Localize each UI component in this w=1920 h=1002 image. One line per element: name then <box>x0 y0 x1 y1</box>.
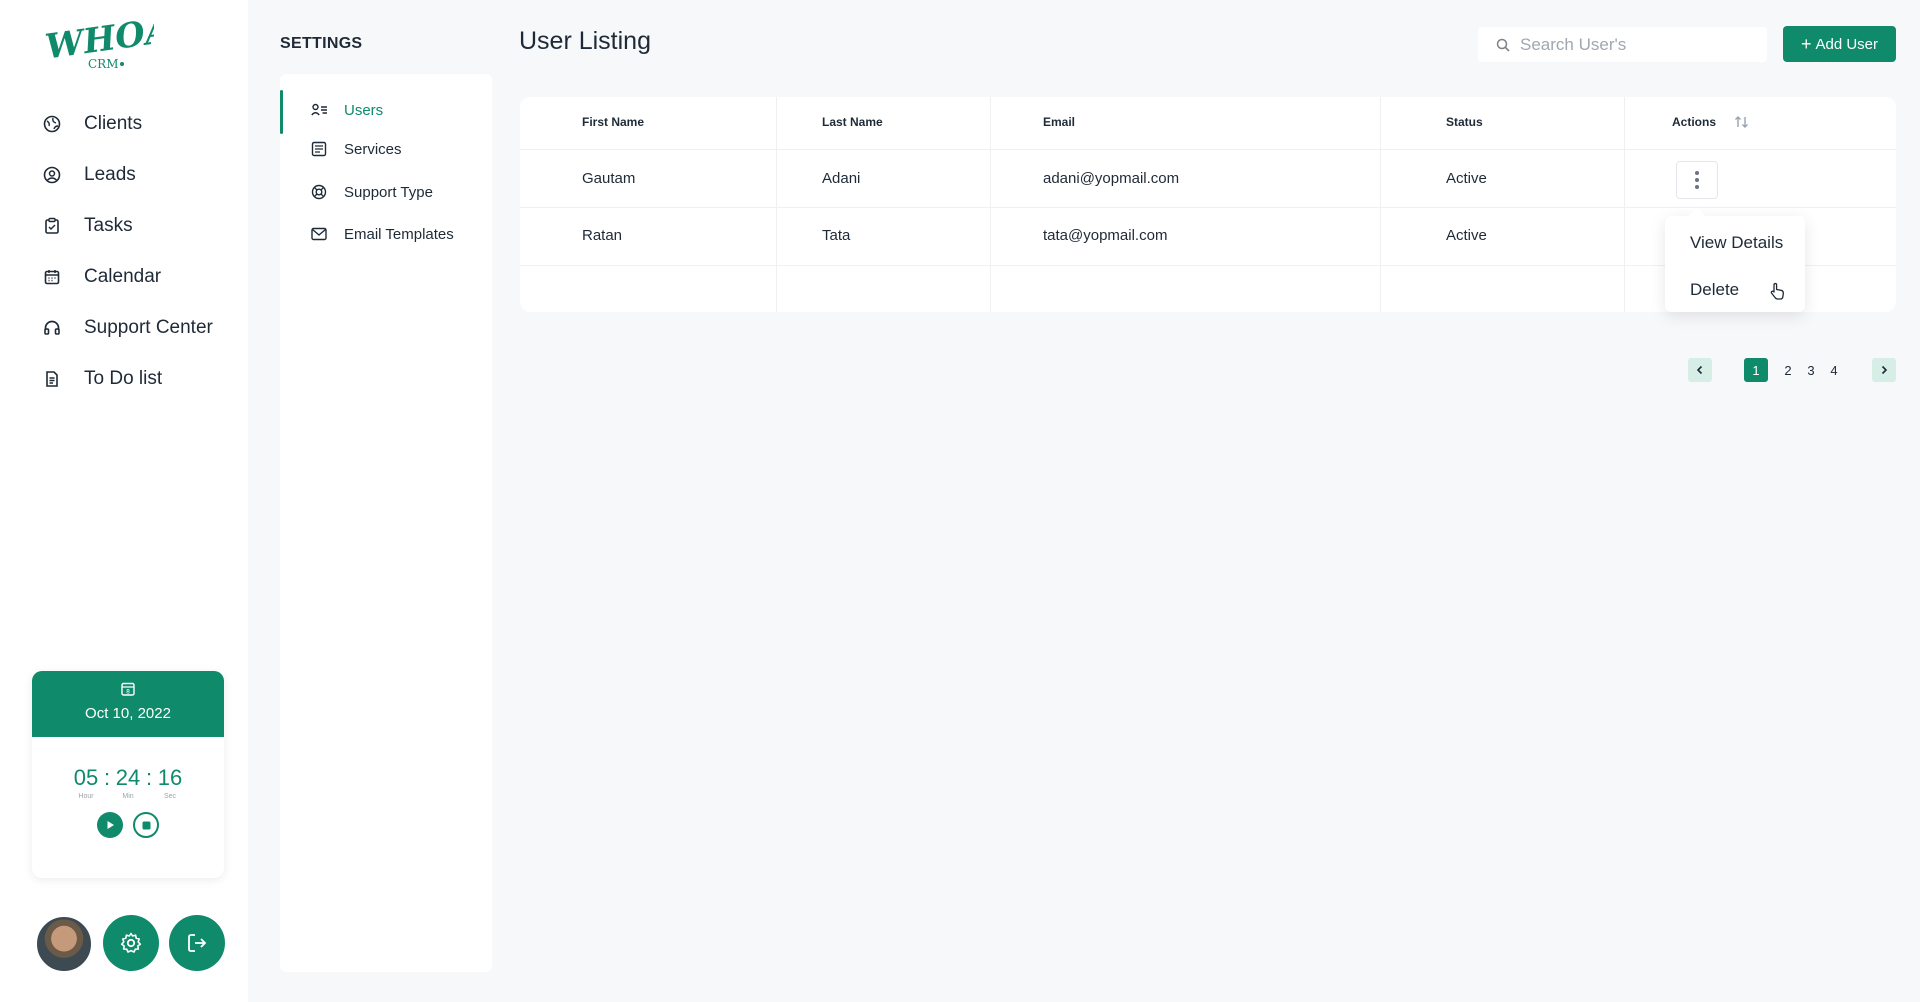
logout-button[interactable] <box>169 915 225 971</box>
user-circle-icon <box>40 163 64 187</box>
clipboard-check-icon <box>40 214 64 238</box>
tracker-minutes: 24 <box>115 765 141 790</box>
kebab-dot <box>1695 178 1699 182</box>
page-3-button[interactable]: 3 <box>1805 358 1817 382</box>
tracker-hours-label: Hour <box>78 793 94 800</box>
page-1-button[interactable]: 1 <box>1744 358 1768 382</box>
search-box <box>1478 27 1767 62</box>
tracker-hours: 05 <box>73 765 99 790</box>
page-title: User Listing <box>519 27 651 55</box>
settings-menu: Users Services Support Type Email Templa… <box>280 74 492 972</box>
nav-item-todo-list[interactable]: To Do list <box>40 353 213 404</box>
headset-icon <box>40 316 64 340</box>
search-icon <box>1496 38 1510 52</box>
column-header-first-name: First Name <box>582 115 645 129</box>
nav-label-clients: Clients <box>84 112 143 134</box>
actions-header-label: Actions <box>1672 115 1717 129</box>
cell-status: Active <box>1446 170 1487 187</box>
svg-text:8: 8 <box>126 689 130 696</box>
kebab-dot <box>1695 185 1699 189</box>
play-icon <box>107 821 114 829</box>
cell-email: adani@yopmail.com <box>1043 170 1180 187</box>
tracker-time: 05 Hour : 24 Min : 16 Sec <box>73 765 183 800</box>
tracker-minutes-label: Min <box>122 793 134 800</box>
settings-label-email-templates: Email Templates <box>344 225 454 243</box>
lifebuoy-icon <box>310 183 328 201</box>
page-2-button[interactable]: 2 <box>1782 358 1794 382</box>
settings-item-support-type[interactable]: Support Type <box>280 172 492 212</box>
row-actions-menu: View Details Delete <box>1665 216 1805 312</box>
time-tracker-header: 8 Oct 10, 2022 <box>32 671 224 737</box>
column-header-email: Email <box>1043 115 1076 129</box>
chevron-right-icon <box>1881 365 1888 375</box>
nav-label-leads: Leads <box>84 163 136 185</box>
nav-item-support-center[interactable]: Support Center <box>40 302 213 353</box>
tracker-date: Oct 10, 2022 <box>85 705 171 722</box>
calendar-small-icon: 8 <box>121 682 135 696</box>
stop-button[interactable] <box>133 812 159 838</box>
cell-email: tata@yopmail.com <box>1043 227 1168 244</box>
cell-last-name: Tata <box>822 227 851 244</box>
pagination: 1 2 3 4 <box>1688 358 1896 382</box>
svg-text:CRM: CRM <box>88 57 119 71</box>
kebab-dot <box>1695 171 1699 175</box>
settings-item-email-templates[interactable]: Email Templates <box>280 214 492 254</box>
stop-icon <box>142 821 150 829</box>
nav-label-todo-list: To Do list <box>84 367 163 389</box>
add-user-label: Add User <box>1815 35 1879 53</box>
globe-icon <box>40 112 64 136</box>
sort-icon[interactable] <box>1734 115 1750 129</box>
column-header-actions: Actions <box>1672 115 1750 129</box>
nav-item-tasks[interactable]: Tasks <box>40 200 213 251</box>
time-tracker-card: 8 Oct 10, 2022 05 Hour : 24 Min : 16 Sec <box>32 671 224 878</box>
mail-icon <box>310 225 328 243</box>
tracker-seconds: 16 <box>157 765 183 790</box>
whoa-crm-logo[interactable]: WHOA! CRM <box>44 16 154 72</box>
column-header-status: Status <box>1446 115 1483 129</box>
page-4-button[interactable]: 4 <box>1828 358 1840 382</box>
nav-label-calendar: Calendar <box>84 265 162 287</box>
hand-cursor-icon <box>1770 282 1784 300</box>
gear-icon <box>120 932 142 953</box>
nav-label-support-center: Support Center <box>84 316 213 338</box>
settings-item-services[interactable]: Services <box>280 129 492 169</box>
plus-icon: + <box>1800 34 1812 54</box>
settings-item-users[interactable]: Users <box>280 90 492 134</box>
menu-item-delete[interactable]: Delete <box>1690 280 1739 300</box>
main-nav: Clients Leads Tasks Calendar Support Cen… <box>40 98 213 404</box>
document-icon <box>40 367 64 391</box>
users-list-icon <box>310 101 328 119</box>
cell-status: Active <box>1446 227 1487 244</box>
cell-last-name: Adani <box>822 170 861 187</box>
tracker-controls <box>32 812 224 838</box>
add-user-button[interactable]: + Add User <box>1783 26 1896 62</box>
column-header-last-name: Last Name <box>822 115 883 129</box>
settings-button[interactable] <box>103 915 159 971</box>
row-actions-button[interactable] <box>1676 161 1718 199</box>
settings-title: SETTINGS <box>280 35 363 52</box>
prev-page-button[interactable] <box>1688 358 1712 382</box>
calendar-icon <box>40 265 64 289</box>
cell-first-name: Gautam <box>582 170 636 187</box>
cell-first-name: Ratan <box>582 227 623 244</box>
avatar[interactable] <box>35 915 93 973</box>
user-actions <box>35 915 225 973</box>
search-input[interactable] <box>1520 34 1740 55</box>
play-button[interactable] <box>97 812 123 838</box>
nav-item-clients[interactable]: Clients <box>40 98 213 149</box>
nav-label-tasks: Tasks <box>84 214 133 236</box>
nav-item-leads[interactable]: Leads <box>40 149 213 200</box>
logout-icon <box>188 934 207 952</box>
main-sidebar: WHOA! CRM Clients Leads Tasks Calendar S… <box>0 0 248 1002</box>
menu-item-view-details[interactable]: View Details <box>1690 233 1783 253</box>
next-page-button[interactable] <box>1872 358 1896 382</box>
settings-label-users: Users <box>344 101 384 119</box>
tracker-seconds-label: Sec <box>163 793 177 800</box>
chevron-left-icon <box>1696 365 1703 375</box>
settings-label-services: Services <box>344 140 402 158</box>
list-box-icon <box>310 140 328 158</box>
settings-label-support-type: Support Type <box>344 183 433 201</box>
nav-item-calendar[interactable]: Calendar <box>40 251 213 302</box>
